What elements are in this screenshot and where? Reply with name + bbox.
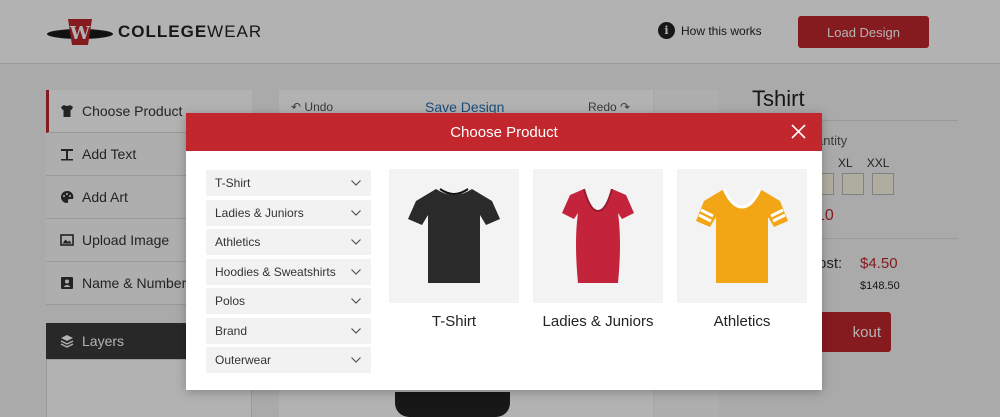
product-image <box>533 169 663 303</box>
chevron-down-icon <box>351 239 361 245</box>
product-card-tshirt[interactable]: T-Shirt <box>389 169 519 330</box>
category-item-brand[interactable]: Brand <box>206 317 371 344</box>
chevron-down-icon <box>351 357 361 363</box>
athletic-shirt-image-icon <box>696 189 788 283</box>
category-item-polos[interactable]: Polos <box>206 288 371 314</box>
chevron-down-icon <box>351 180 361 186</box>
category-label: Brand <box>215 323 248 338</box>
category-label: T-Shirt <box>215 176 251 190</box>
category-label: Polos <box>215 294 246 308</box>
category-label: Ladies & Juniors <box>215 205 304 220</box>
category-label: Athletics <box>215 235 261 249</box>
modal-title: Choose Product <box>450 123 558 141</box>
category-item-hoodies[interactable]: Hoodies & Sweatshirts <box>206 258 371 285</box>
category-item-tshirt[interactable]: T-Shirt <box>206 170 371 196</box>
chevron-down-icon <box>351 268 361 275</box>
category-label: Outerwear <box>215 353 272 367</box>
category-label: Hoodies & Sweatshirts <box>215 264 336 279</box>
category-item-athletics[interactable]: Athletics <box>206 229 371 255</box>
chevron-down-icon <box>351 327 361 334</box>
chevron-down-icon <box>351 298 361 304</box>
product-label: Ladies & Juniors <box>542 313 654 330</box>
product-card-ladies-juniors[interactable]: Ladies & Juniors <box>533 169 663 330</box>
product-grid: T-Shirt Ladies & Juniors Athletics <box>389 169 807 330</box>
choose-product-modal: Choose Product T-Shirt Ladies & Juniors … <box>186 113 822 390</box>
product-label: Athletics <box>713 313 771 330</box>
ladies-shirt-image-icon <box>562 189 634 283</box>
product-image <box>389 169 519 303</box>
category-item-outerwear[interactable]: Outerwear <box>206 347 371 373</box>
close-icon[interactable] <box>791 124 806 139</box>
modal-header: Choose Product <box>186 113 822 151</box>
category-list: T-Shirt Ladies & Juniors Athletics Hoodi… <box>206 170 371 377</box>
category-item-ladies-juniors[interactable]: Ladies & Juniors <box>206 199 371 226</box>
product-card-athletics[interactable]: Athletics <box>677 169 807 330</box>
tshirt-image-icon <box>408 189 500 283</box>
chevron-down-icon <box>351 209 361 216</box>
product-image <box>677 169 807 303</box>
product-label: T-Shirt <box>431 313 477 330</box>
